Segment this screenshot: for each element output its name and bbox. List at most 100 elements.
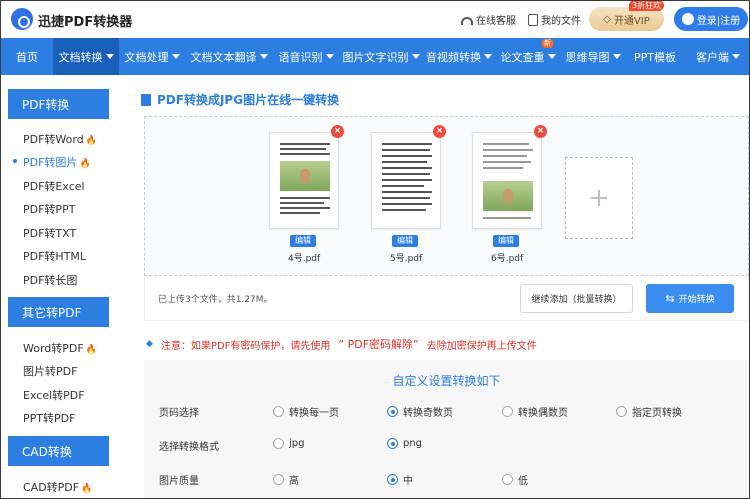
sidebar-item-pdf-to-image[interactable]: PDF转图片 🔥 xyxy=(23,154,91,170)
fire-icon: 🔥 xyxy=(85,136,97,146)
sidebar-item-pdf-to-excel[interactable]: PDF转Excel xyxy=(23,178,85,194)
option-label: 低 xyxy=(518,476,528,487)
upload-area[interactable]: × 编辑 4号.pdf × 编辑 5号.pdf × 编辑 6号.pdf + xyxy=(144,116,749,276)
sidebar-item-ppt-to-pdf[interactable]: PPT转PDF xyxy=(23,410,75,426)
sidebar-group-pdf-convert[interactable]: PDF转换 xyxy=(8,89,109,119)
radio[interactable] xyxy=(616,406,627,417)
settings-title: 自定义设置转换如下 xyxy=(392,374,501,388)
radio[interactable] xyxy=(273,406,284,417)
diamond-icon: ◇ xyxy=(603,13,611,25)
sidebar-item-pdf-to-txt[interactable]: PDF转TXT xyxy=(23,225,76,241)
nav-item-ocr[interactable]: 图片文字识别 xyxy=(339,38,423,75)
option-label: png xyxy=(403,438,423,449)
nav-item-plagiarism[interactable]: 论文查重 新 xyxy=(495,38,561,75)
headset-icon xyxy=(461,16,473,25)
radio[interactable] xyxy=(273,474,284,485)
support-link[interactable]: 在线客服 xyxy=(461,12,516,27)
chevron-down-icon xyxy=(105,54,114,59)
radio-selected[interactable] xyxy=(387,474,398,485)
nav-label: 文档转换 xyxy=(58,50,103,64)
radio[interactable] xyxy=(273,438,284,449)
option-odd-pages[interactable]: 转换奇数页 xyxy=(387,404,453,419)
sidebar-item-pdf-to-word[interactable]: PDF转Word 🔥 xyxy=(23,131,97,147)
sidebar-item-pdf-to-ppt[interactable]: PDF转PPT xyxy=(23,201,75,217)
sidebar-item-pdf-to-html[interactable]: PDF转HTML xyxy=(23,248,86,264)
sidebar-item-word-to-pdf[interactable]: Word转PDF 🔥 xyxy=(23,340,97,356)
nav-label: 论文查重 xyxy=(500,50,545,64)
plus-icon: + xyxy=(588,183,610,213)
vip-badge: 3折狂欢 xyxy=(629,1,665,11)
text-line xyxy=(483,155,527,157)
option-png[interactable]: png xyxy=(387,438,422,449)
pdf-unlock-link[interactable]: “ PDF密码解除” xyxy=(338,336,418,352)
app-name[interactable]: 迅捷PDF转换器 xyxy=(38,11,132,30)
sidebar-item-excel-to-pdf[interactable]: Excel转PDF xyxy=(23,387,85,403)
file-thumbnail[interactable] xyxy=(371,132,441,229)
nav-item-translate[interactable]: 文档文本翻译 xyxy=(185,38,273,75)
chevron-down-icon xyxy=(732,54,740,59)
option-specific-pages[interactable]: 指定页转换 xyxy=(616,404,682,419)
sidebar-item-label: PDF转Word xyxy=(23,133,84,146)
add-file-button[interactable]: + xyxy=(565,157,633,239)
nav-item-ppt[interactable]: PPT模板 xyxy=(625,38,685,75)
option-high[interactable]: 高 xyxy=(273,472,299,487)
my-files-link[interactable]: 我的文件 xyxy=(528,12,581,27)
nav-label: PPT模板 xyxy=(634,50,676,64)
file-name: 5号.pdf xyxy=(390,254,423,264)
nav-item-home[interactable]: 首页 xyxy=(1,38,53,75)
remove-file-icon[interactable]: × xyxy=(534,125,547,138)
remove-file-icon[interactable]: × xyxy=(433,125,446,138)
sidebar: PDF转换 PDF转Word 🔥 PDF转图片 🔥 PDF转Excel PDF转PP… xyxy=(1,75,121,498)
nav-label: 文档处理 xyxy=(124,50,169,64)
text-line xyxy=(382,173,430,175)
text-line xyxy=(280,153,330,155)
edit-button[interactable]: 编辑 xyxy=(290,235,316,247)
chevron-down-icon xyxy=(259,54,268,59)
nav-item-mindmap[interactable]: 思维导图 xyxy=(561,38,625,75)
option-medium[interactable]: 中 xyxy=(387,472,413,487)
text-line xyxy=(382,209,426,211)
option-even-pages[interactable]: 转换偶数页 xyxy=(502,404,568,419)
nav-label: 语音识别 xyxy=(278,50,323,64)
notice-suffix: 去除加密保护再上传文件 xyxy=(426,340,537,352)
nav-item-doc-convert[interactable]: 文档转换 xyxy=(53,38,119,75)
text-line xyxy=(280,143,330,145)
text-line xyxy=(382,179,432,181)
text-line xyxy=(483,217,531,219)
continue-add-button[interactable]: 继续添加（批量转换） xyxy=(520,284,633,313)
sidebar-item-label: PDF转图片 xyxy=(23,156,78,169)
start-convert-button[interactable]: ⇆ 开始转换 xyxy=(646,284,734,313)
text-line xyxy=(280,148,326,150)
edit-button[interactable]: 编辑 xyxy=(493,235,519,247)
text-line xyxy=(382,155,432,157)
nav-item-av-convert[interactable]: 音视频转换 xyxy=(423,38,495,75)
text-line xyxy=(382,185,424,187)
sidebar-item-image-to-pdf[interactable]: 图片转PDF xyxy=(23,363,77,379)
radio-selected[interactable] xyxy=(387,438,398,449)
nav-label: 首页 xyxy=(16,50,38,64)
nav-label: 文档文本翻译 xyxy=(190,50,257,64)
chevron-down-icon xyxy=(171,54,180,59)
page-image xyxy=(280,161,330,191)
nav-item-speech[interactable]: 语音识别 xyxy=(273,38,339,75)
file-thumbnail[interactable] xyxy=(472,132,542,229)
page-title: PDF转换成JPG图片在线一键转换 xyxy=(157,93,340,107)
radio[interactable] xyxy=(502,406,513,417)
option-low[interactable]: 低 xyxy=(502,472,528,487)
sidebar-group-to-pdf[interactable]: 其它转PDF xyxy=(8,297,109,327)
nav-item-doc-process[interactable]: 文档处理 xyxy=(119,38,185,75)
login-button[interactable]: 登录|注册 xyxy=(674,7,748,31)
remove-file-icon[interactable]: × xyxy=(331,125,344,138)
text-line xyxy=(483,149,533,151)
edit-button[interactable]: 编辑 xyxy=(392,235,418,247)
option-every-page[interactable]: 转换每一页 xyxy=(273,404,339,419)
option-label: 转换每一页 xyxy=(289,408,339,419)
sidebar-item-cad-to-pdf[interactable]: CAD转PDF 🔥 xyxy=(23,479,92,495)
radio[interactable] xyxy=(502,474,513,485)
file-thumbnail[interactable] xyxy=(269,132,339,229)
nav-item-client[interactable]: 客户端 xyxy=(685,38,749,75)
sidebar-group-cad[interactable]: CAD转换 xyxy=(8,436,109,466)
sidebar-item-pdf-to-long-image[interactable]: PDF转长图 xyxy=(23,272,77,288)
radio-selected[interactable] xyxy=(387,406,398,417)
option-jpg[interactable]: jpg xyxy=(273,438,304,449)
